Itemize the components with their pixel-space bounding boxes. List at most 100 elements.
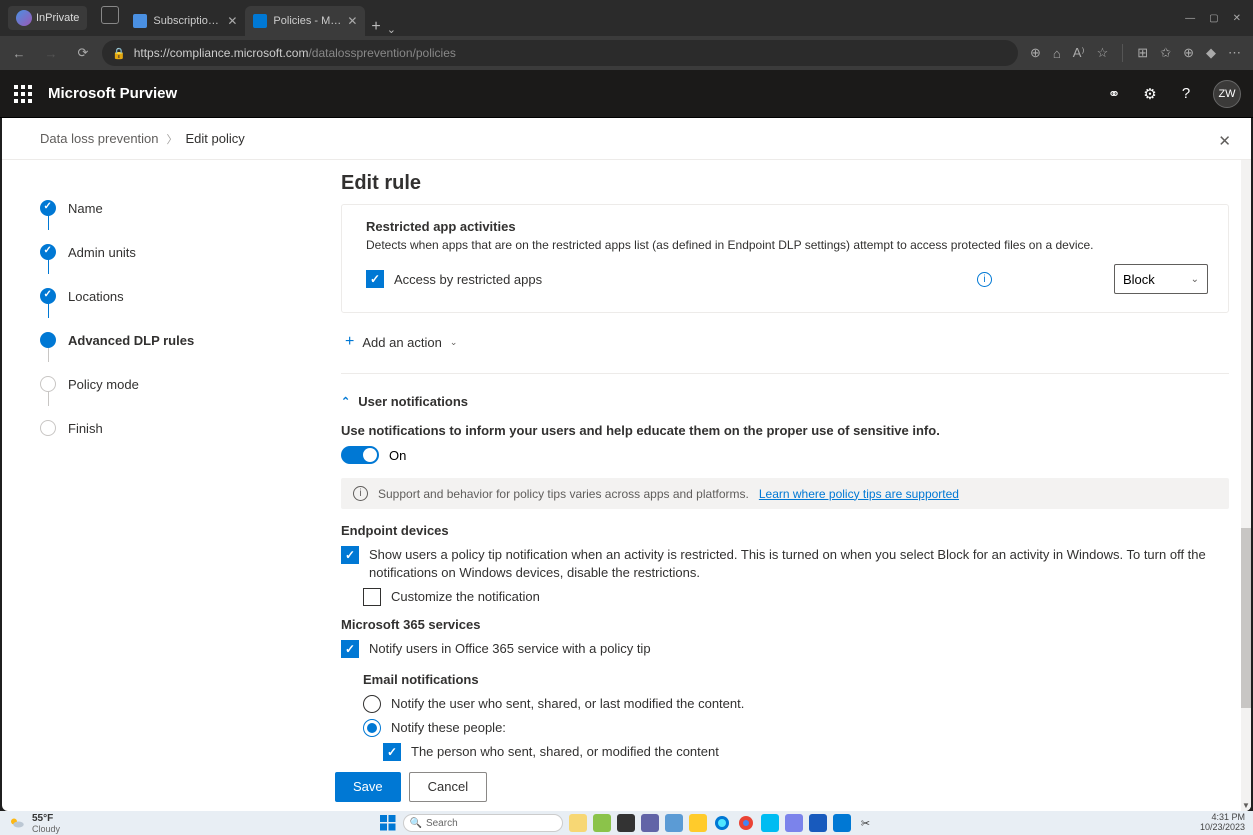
step-current-icon bbox=[40, 332, 56, 348]
page-scrollbar[interactable]: ▲ ▼ bbox=[1241, 118, 1251, 811]
cancel-button[interactable]: Cancel bbox=[409, 772, 487, 802]
help-icon[interactable]: ? bbox=[1177, 85, 1195, 103]
address-bar[interactable]: 🔒 https://compliance.microsoft.com/datal… bbox=[102, 40, 1018, 66]
system-tray[interactable]: 4:31 PM 10/23/2023 bbox=[1200, 813, 1245, 833]
snipping-tool-icon[interactable]: ✂ bbox=[857, 814, 875, 832]
collections-icon[interactable]: ⊕ bbox=[1183, 45, 1194, 61]
step-locations[interactable]: Locations bbox=[40, 274, 318, 318]
app-title: Microsoft Purview bbox=[48, 85, 177, 102]
tab-actions-icon[interactable] bbox=[101, 6, 119, 24]
taskbar-app-icon[interactable] bbox=[833, 814, 851, 832]
step-policy-mode[interactable]: Policy mode bbox=[40, 362, 318, 406]
refresh-button[interactable]: ⟳ bbox=[70, 40, 96, 66]
taskbar-app-icon[interactable] bbox=[593, 814, 611, 832]
tab-title: Subscriptions - Microsoft 365 ad… bbox=[153, 15, 221, 27]
save-button[interactable]: Save bbox=[335, 772, 401, 802]
minimize-icon[interactable]: — bbox=[1185, 13, 1195, 24]
user-avatar[interactable]: ZW bbox=[1213, 80, 1241, 108]
back-button[interactable]: ← bbox=[6, 40, 32, 66]
divider bbox=[1122, 44, 1123, 62]
scrollbar-thumb[interactable] bbox=[1241, 528, 1251, 708]
step-label: Admin units bbox=[68, 245, 136, 260]
word-icon[interactable] bbox=[809, 814, 827, 832]
action-dropdown[interactable]: Block ⌄ bbox=[1114, 264, 1208, 294]
person-who-sent-checkbox[interactable] bbox=[383, 743, 401, 761]
notifications-toggle[interactable] bbox=[341, 446, 379, 464]
temperature: 55°F bbox=[32, 813, 60, 824]
app-launcher-icon[interactable] bbox=[14, 85, 32, 103]
wizard-nav: Name Admin units Locations Advanced DLP … bbox=[2, 118, 318, 811]
breadcrumb: Data loss prevention 〉 Edit policy bbox=[2, 118, 1251, 160]
panel-title: Edit rule bbox=[341, 172, 421, 195]
step-complete-icon bbox=[40, 244, 56, 260]
close-window-icon[interactable]: ✕ bbox=[1233, 13, 1241, 24]
taskbar-app-icon[interactable] bbox=[569, 814, 587, 832]
more-icon[interactable]: ⋯ bbox=[1228, 45, 1241, 61]
favicon-icon bbox=[253, 14, 267, 28]
browser-tab-0[interactable]: Subscriptions - Microsoft 365 ad… ✕ bbox=[125, 6, 245, 36]
new-tab-button[interactable]: + bbox=[371, 18, 380, 36]
extensions-icon[interactable]: ⊞ bbox=[1137, 45, 1148, 61]
add-action-button[interactable]: + Add an action ⌄ bbox=[341, 321, 1229, 369]
settings-gear-icon[interactable]: ⚙ bbox=[1141, 85, 1159, 103]
panel-scroll-area[interactable]: Restricted app activities Detects when a… bbox=[319, 204, 1251, 761]
user-notifications-header[interactable]: ⌃ User notifications bbox=[341, 388, 1229, 415]
notify-office365-checkbox[interactable] bbox=[341, 640, 359, 658]
taskbar-center: 🔍Search ✂ bbox=[379, 814, 875, 832]
email-notifications-header: Email notifications bbox=[363, 672, 1229, 687]
learn-more-link[interactable]: Learn where policy tips are supported bbox=[759, 487, 959, 501]
section-description: Use notifications to inform your users a… bbox=[341, 423, 1229, 438]
search-placeholder: Search bbox=[426, 818, 458, 829]
browser-essentials-icon[interactable]: ◆ bbox=[1206, 45, 1216, 61]
customize-notification-checkbox[interactable] bbox=[363, 588, 381, 606]
info-icon: i bbox=[353, 486, 368, 501]
info-icon[interactable]: i bbox=[977, 272, 992, 287]
close-icon[interactable]: ✕ bbox=[227, 14, 237, 28]
maximize-icon[interactable]: ▢ bbox=[1209, 13, 1218, 24]
weather-widget[interactable]: 55°F Cloudy bbox=[0, 813, 60, 834]
scroll-down-icon[interactable]: ▼ bbox=[1241, 799, 1251, 811]
inprivate-badge: InPrivate bbox=[8, 6, 87, 30]
start-button[interactable] bbox=[379, 814, 397, 832]
app-header: Microsoft Purview ⚭ ⚙ ? ZW bbox=[0, 70, 1253, 118]
url-text: https://compliance.microsoft.com/datalos… bbox=[134, 46, 456, 60]
chrome-icon[interactable] bbox=[737, 814, 755, 832]
taskbar-app-icon[interactable] bbox=[641, 814, 659, 832]
taskbar-app-icon[interactable] bbox=[617, 814, 635, 832]
teams-icon[interactable] bbox=[785, 814, 803, 832]
close-icon[interactable]: ✕ bbox=[347, 14, 357, 28]
diagnostics-icon[interactable]: ⚭ bbox=[1105, 85, 1123, 103]
notify-user-radio[interactable] bbox=[363, 695, 381, 713]
card-description: Detects when apps that are on the restri… bbox=[366, 238, 1208, 252]
access-restricted-apps-checkbox[interactable] bbox=[366, 270, 384, 288]
step-name[interactable]: Name bbox=[40, 186, 318, 230]
inprivate-label: InPrivate bbox=[36, 12, 79, 24]
window-controls: — ▢ ✕ bbox=[1185, 0, 1249, 36]
endpoint-policy-tip-checkbox[interactable] bbox=[341, 546, 359, 564]
tab-menu-icon[interactable]: ⌄ bbox=[387, 23, 396, 36]
checkbox-label: The person who sent, shared, or modified… bbox=[411, 743, 719, 761]
read-aloud-icon[interactable]: A⁾ bbox=[1073, 45, 1085, 61]
taskbar-app-icon[interactable] bbox=[665, 814, 683, 832]
taskbar-app-icon[interactable] bbox=[761, 814, 779, 832]
step-finish[interactable]: Finish bbox=[40, 406, 318, 450]
breadcrumb-root[interactable]: Data loss prevention bbox=[40, 131, 159, 146]
edge-icon[interactable] bbox=[713, 814, 731, 832]
restricted-app-card: Restricted app activities Detects when a… bbox=[341, 204, 1229, 313]
step-advanced-dlp-rules[interactable]: Advanced DLP rules bbox=[40, 318, 318, 362]
m365-services-header: Microsoft 365 services bbox=[341, 617, 1229, 632]
notify-these-people-radio[interactable] bbox=[363, 719, 381, 737]
tab-title: Policies - Microsoft Purview bbox=[273, 15, 341, 27]
file-explorer-icon[interactable] bbox=[689, 814, 707, 832]
home-icon[interactable]: ⌂ bbox=[1053, 46, 1061, 61]
lock-icon[interactable]: 🔒 bbox=[112, 47, 126, 60]
checkbox-label: Notify users in Office 365 service with … bbox=[369, 640, 651, 658]
close-panel-button[interactable]: ✕ bbox=[1218, 132, 1231, 150]
browser-tab-1[interactable]: Policies - Microsoft Purview ✕ bbox=[245, 6, 365, 36]
zoom-icon[interactable]: ⊕ bbox=[1030, 45, 1041, 61]
taskbar-search[interactable]: 🔍Search bbox=[403, 814, 563, 832]
favorite-icon[interactable]: ☆ bbox=[1097, 45, 1109, 61]
favorites-icon[interactable]: ✩ bbox=[1160, 45, 1171, 61]
step-admin-units[interactable]: Admin units bbox=[40, 230, 318, 274]
panel-footer: Save Cancel bbox=[319, 761, 1251, 811]
